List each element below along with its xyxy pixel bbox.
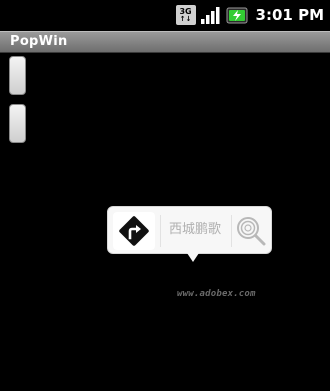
map-popup-window: 西城鹏歌 [107, 206, 272, 254]
turn-right-icon [119, 216, 149, 246]
search-icon [237, 217, 266, 246]
navigate-button[interactable] [113, 212, 155, 250]
status-bar: 3G ↑↓ 3:01 PM [0, 0, 330, 30]
popup-button-2[interactable] [9, 104, 26, 143]
search-button[interactable] [233, 212, 269, 250]
place-name-label: 西城鹏歌 [168, 222, 221, 237]
status-icons: 3G ↑↓ 3:01 PM [175, 4, 324, 26]
popup-pointer [187, 253, 199, 262]
clock: 3:01 PM [255, 6, 324, 24]
signal-strength-icon [200, 5, 222, 25]
app-title: PopWin [10, 34, 68, 49]
popup-button-1[interactable] [9, 56, 26, 95]
watermark-text: www.adobex.com [177, 289, 256, 299]
title-bar: PopWin [0, 31, 330, 53]
network-3g-icon: 3G ↑↓ [175, 5, 196, 25]
separator [231, 215, 232, 247]
data-arrows-icon: ↑↓ [179, 15, 192, 23]
battery-charging-icon [226, 5, 248, 25]
